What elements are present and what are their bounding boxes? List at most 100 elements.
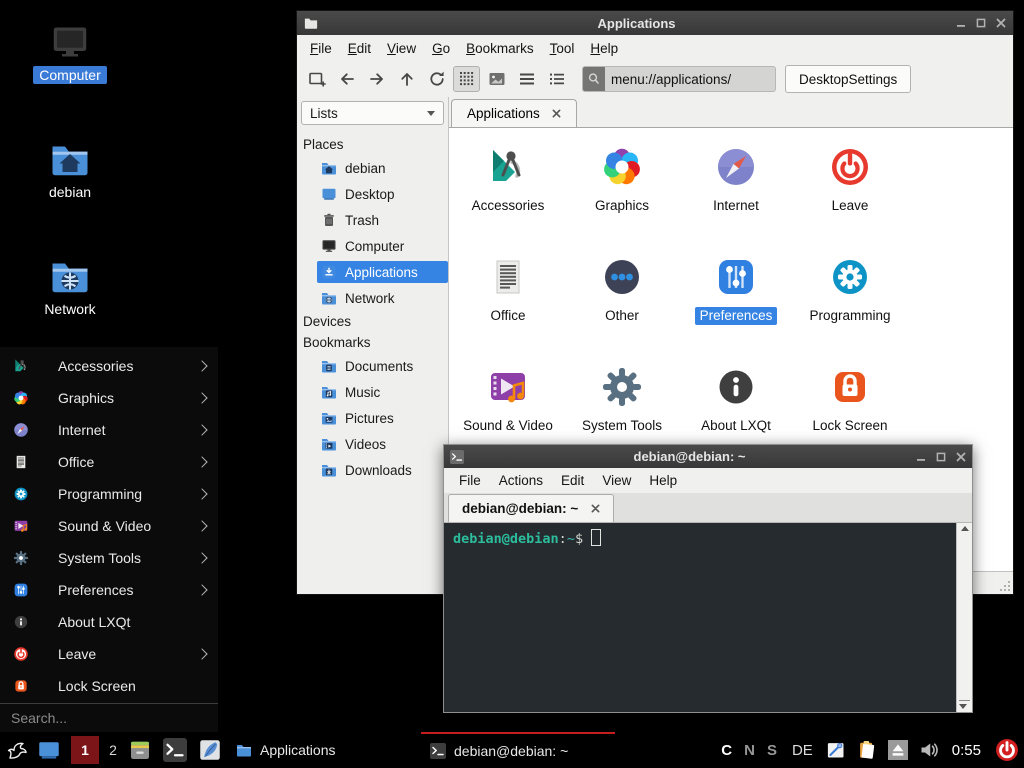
bookmarks-header[interactable]: Bookmarks bbox=[297, 332, 448, 353]
desktop-icon-home[interactable]: debian bbox=[24, 139, 116, 201]
tab-close-icon[interactable] bbox=[591, 504, 600, 513]
resize-grip[interactable] bbox=[999, 580, 1011, 592]
workspace-1-button[interactable]: 1 bbox=[71, 736, 99, 764]
detailed-list-button[interactable] bbox=[513, 66, 540, 92]
terminal-scrollbar[interactable] bbox=[956, 523, 972, 712]
close-button[interactable] bbox=[995, 18, 1006, 29]
devices-header[interactable]: Devices bbox=[297, 311, 448, 332]
menu-item-system-tools[interactable]: System Tools bbox=[0, 542, 218, 574]
menu-edit[interactable]: Edit bbox=[340, 39, 379, 58]
sidebar-item-videos[interactable]: Videos bbox=[297, 431, 448, 457]
clock[interactable]: 0:55 bbox=[952, 742, 981, 759]
desktop-settings-button[interactable]: DesktopSettings bbox=[785, 65, 911, 93]
thumbnail-view-button[interactable] bbox=[483, 66, 510, 92]
sidebar-mode-select[interactable]: Lists bbox=[301, 101, 444, 125]
menu-item-accessories[interactable]: Accessories bbox=[0, 350, 218, 382]
app-item-internet[interactable]: Internet bbox=[679, 138, 793, 248]
terminal-launcher[interactable] bbox=[160, 736, 189, 765]
terminal-tab[interactable]: debian@debian: ~ bbox=[448, 494, 614, 522]
terminal-screen[interactable]: debian@debian:~$ bbox=[444, 523, 956, 712]
app-item-preferences[interactable]: Preferences bbox=[679, 248, 793, 358]
sidebar-item-home[interactable]: debian bbox=[297, 155, 448, 181]
leave-button[interactable] bbox=[990, 732, 1024, 768]
task-terminal[interactable]: debian@debian: ~ bbox=[421, 732, 615, 768]
submenu-arrow-icon bbox=[196, 392, 207, 403]
app-item-graphics[interactable]: Graphics bbox=[565, 138, 679, 248]
keyboard-layout-indicator[interactable]: DE bbox=[792, 742, 813, 759]
submenu-arrow-icon bbox=[196, 456, 207, 467]
app-item-other[interactable]: Other bbox=[565, 248, 679, 358]
clipboard-tray-icon[interactable] bbox=[857, 740, 877, 760]
menu-help[interactable]: Help bbox=[640, 471, 686, 490]
task-applications[interactable]: Applications bbox=[227, 732, 421, 768]
menu-edit[interactable]: Edit bbox=[552, 471, 593, 490]
sidebar-item-desktop[interactable]: Desktop bbox=[297, 181, 448, 207]
search-input[interactable] bbox=[9, 709, 209, 727]
maximize-button[interactable] bbox=[975, 18, 986, 29]
lock-screen-icon bbox=[12, 677, 30, 695]
compact-list-button[interactable] bbox=[543, 66, 570, 92]
volume-tray-icon[interactable] bbox=[919, 740, 939, 760]
menu-file[interactable]: File bbox=[302, 39, 340, 58]
menu-item-lock-screen[interactable]: Lock Screen bbox=[0, 670, 218, 702]
menu-view[interactable]: View bbox=[593, 471, 640, 490]
tab-close-icon[interactable] bbox=[552, 109, 561, 118]
minimize-button[interactable] bbox=[915, 451, 926, 462]
sidebar-item-pictures[interactable]: Pictures bbox=[297, 405, 448, 431]
minimize-button[interactable] bbox=[955, 18, 966, 29]
scroll-down-icon[interactable] bbox=[959, 704, 967, 709]
menu-item-preferences[interactable]: Preferences bbox=[0, 574, 218, 606]
forward-button[interactable] bbox=[363, 66, 390, 92]
screenshot-tray-icon[interactable] bbox=[826, 740, 846, 760]
text-editor-launcher[interactable] bbox=[195, 736, 224, 765]
sidebar-item-applications[interactable]: Applications bbox=[297, 259, 448, 285]
file-manager-launcher[interactable] bbox=[125, 736, 154, 765]
desktop-icon-network[interactable]: Network bbox=[24, 256, 116, 318]
terminal-titlebar[interactable]: debian@debian: ~ bbox=[444, 445, 972, 468]
icon-view-button[interactable] bbox=[453, 66, 480, 92]
reload-button[interactable] bbox=[423, 66, 450, 92]
desktop-icon-computer[interactable]: Computer bbox=[24, 22, 116, 84]
menu-view[interactable]: View bbox=[379, 39, 424, 58]
menu-item-programming[interactable]: Programming bbox=[0, 478, 218, 510]
app-item-office[interactable]: Office bbox=[451, 248, 565, 358]
menu-go[interactable]: Go bbox=[424, 39, 458, 58]
menu-item-about-lxqt[interactable]: About LXQt bbox=[0, 606, 218, 638]
menu-actions[interactable]: Actions bbox=[490, 471, 552, 490]
sidebar-item-computer[interactable]: Computer bbox=[297, 233, 448, 259]
menu-item-office[interactable]: Office bbox=[0, 446, 218, 478]
show-desktop-button[interactable] bbox=[34, 732, 64, 768]
fm-titlebar[interactable]: Applications bbox=[297, 11, 1013, 35]
address-input[interactable] bbox=[605, 72, 776, 87]
app-item-leave[interactable]: Leave bbox=[793, 138, 907, 248]
sidebar-item-trash[interactable]: Trash bbox=[297, 207, 448, 233]
address-bar[interactable] bbox=[582, 66, 776, 92]
app-item-programming[interactable]: Programming bbox=[793, 248, 907, 358]
workspace-2-button[interactable]: 2 bbox=[104, 742, 122, 758]
sidebar-item-network[interactable]: Network bbox=[297, 285, 448, 311]
menu-item-graphics[interactable]: Graphics bbox=[0, 382, 218, 414]
window-folder-icon bbox=[304, 16, 318, 30]
new-tab-button[interactable] bbox=[303, 66, 330, 92]
maximize-button[interactable] bbox=[935, 451, 946, 462]
start-menu: Accessories Graphics Internet Office Pro… bbox=[0, 347, 218, 732]
menu-tool[interactable]: Tool bbox=[542, 39, 583, 58]
tab-applications[interactable]: Applications bbox=[451, 99, 577, 127]
places-header[interactable]: Places bbox=[297, 134, 448, 155]
eject-tray-icon[interactable] bbox=[888, 740, 908, 760]
sidebar-item-music[interactable]: Music bbox=[297, 379, 448, 405]
menu-item-leave[interactable]: Leave bbox=[0, 638, 218, 670]
menu-help[interactable]: Help bbox=[582, 39, 626, 58]
up-button[interactable] bbox=[393, 66, 420, 92]
app-item-accessories[interactable]: Accessories bbox=[451, 138, 565, 248]
app-menu-button[interactable] bbox=[0, 732, 34, 768]
scroll-up-icon[interactable] bbox=[961, 526, 969, 531]
menu-file[interactable]: File bbox=[450, 471, 490, 490]
sidebar-item-documents[interactable]: Documents bbox=[297, 353, 448, 379]
menu-bookmarks[interactable]: Bookmarks bbox=[458, 39, 542, 58]
sidebar-item-downloads[interactable]: Downloads bbox=[297, 457, 448, 483]
menu-item-internet[interactable]: Internet bbox=[0, 414, 218, 446]
close-button[interactable] bbox=[955, 451, 966, 462]
back-button[interactable] bbox=[333, 66, 360, 92]
menu-item-sound-video[interactable]: Sound & Video bbox=[0, 510, 218, 542]
